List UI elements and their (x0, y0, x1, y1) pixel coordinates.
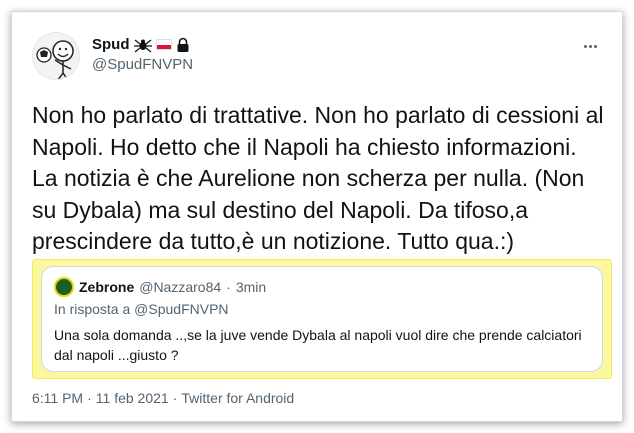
more-horizontal-icon[interactable] (578, 34, 602, 58)
reply-to-handle[interactable]: @SpudFNVPN (134, 301, 228, 317)
quoted-tweet-highlight: Zebrone @Nazzaro84 · 3min In risposta a … (32, 259, 612, 379)
quoted-text: Una sola domanda ..,se la juve vende Dyb… (54, 327, 582, 363)
tweet-time[interactable]: 6:11 PM (32, 390, 83, 406)
tweet-card: Spud @SpudFNVPN Non ho parlato di tratta… (11, 11, 623, 422)
author-handle[interactable]: @SpudFNVPN (92, 56, 193, 73)
meta-separator: · (87, 390, 92, 406)
quoted-author-name[interactable]: Zebrone (79, 279, 134, 295)
meta-separator: · (172, 390, 178, 406)
lock-icon (177, 37, 188, 52)
poland-flag-icon (155, 39, 172, 50)
tweet-header: Spud @SpudFNVPN (32, 32, 602, 88)
tweet-source[interactable]: Twitter for Android (181, 390, 294, 406)
quoted-avatar[interactable] (54, 277, 74, 297)
quoted-separator: · (226, 279, 231, 295)
tweet-date[interactable]: 11 feb 2021 (96, 390, 169, 406)
quoted-tweet[interactable]: Zebrone @Nazzaro84 · 3min In risposta a … (41, 266, 603, 372)
tweet-meta: 6:11 PM · 11 feb 2021 · Twitter for Andr… (32, 390, 294, 406)
quoted-reply-context: In risposta a @SpudFNVPN (54, 301, 229, 317)
tweet-text: Non ho parlato di trattative. Non ho par… (32, 102, 604, 254)
quoted-author-handle[interactable]: @Nazzaro84 (139, 279, 221, 295)
reply-prefix: In risposta a (54, 301, 131, 317)
spider-icon (133, 39, 152, 52)
avatar-drawing-icon (36, 40, 74, 79)
author-name[interactable]: Spud (92, 36, 130, 53)
avatar[interactable] (32, 32, 80, 80)
quoted-time[interactable]: 3min (236, 279, 266, 295)
